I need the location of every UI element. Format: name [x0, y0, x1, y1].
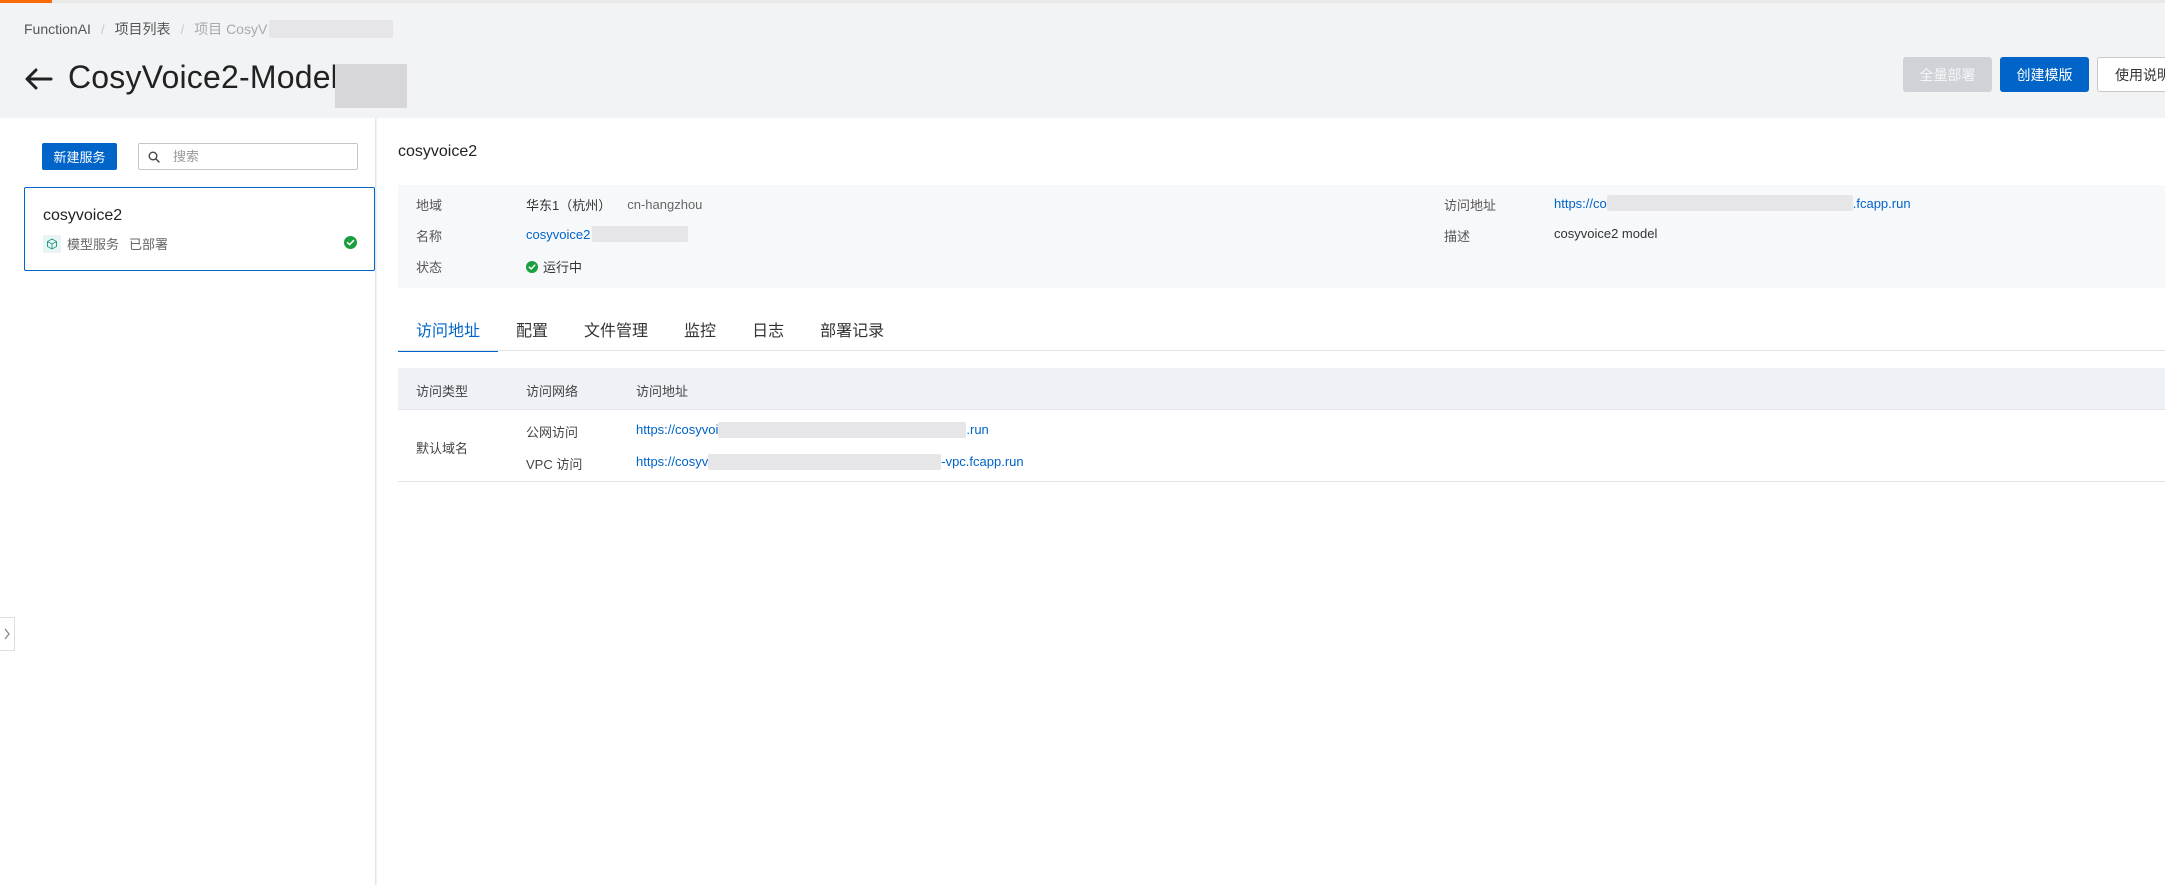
detail-tabs: 访问地址 配置 文件管理 监控 日志 部署记录	[398, 308, 902, 352]
public-network-cell: 公网访问	[526, 425, 579, 440]
redacted-block	[335, 64, 407, 108]
access-url-label: 访问地址	[1444, 198, 1497, 213]
breadcrumb: FunctionAI / 项目列表 / 项目 CosyV	[24, 19, 394, 39]
deploy-all-button[interactable]: 全量部署	[1903, 57, 1992, 92]
status-value: 运行中	[543, 260, 583, 275]
running-status-icon	[526, 260, 538, 273]
access-url-link[interactable]: https://co	[1554, 196, 1607, 211]
new-service-button[interactable]: 新建服务	[42, 143, 117, 170]
public-url-suffix[interactable]: .run	[966, 422, 988, 438]
redacted-block	[708, 454, 942, 470]
page-title: CosyVoice2-Model	[68, 59, 338, 95]
model-cube-icon	[43, 234, 61, 253]
description-label: 描述	[1444, 229, 1471, 244]
breadcrumb-separator: /	[180, 21, 185, 37]
breadcrumb-separator: /	[100, 21, 105, 37]
tab-file-management[interactable]: 文件管理	[566, 308, 666, 351]
vpc-url-suffix[interactable]: -vpc.fcapp.run	[941, 454, 1023, 470]
column-header-network: 访问网络	[526, 384, 579, 399]
tab-deploy-records[interactable]: 部署记录	[802, 308, 902, 351]
search-icon	[139, 151, 169, 163]
vpc-url-link[interactable]: https://cosyv	[636, 454, 708, 470]
table-row: 默认域名 公网访问 https://cosyvoi .run VPC 访问 ht…	[398, 410, 2165, 482]
status-label: 状态	[416, 260, 443, 275]
access-url-table: 访问类型 访问网络 访问地址 默认域名 公网访问 https://cosyvoi…	[398, 368, 2165, 482]
breadcrumb-functionai[interactable]: FunctionAI	[24, 21, 91, 37]
service-info-box: 地域 华东1（杭州） cn-hangzhou 名称 cosyvoice2 状态 …	[398, 185, 2165, 288]
column-header-address: 访问地址	[636, 384, 689, 399]
redacted-block	[269, 20, 394, 38]
sidebar-collapse-handle[interactable]	[0, 617, 15, 651]
guide-button[interactable]: 使用说明	[2097, 57, 2165, 92]
tab-config[interactable]: 配置	[498, 308, 566, 351]
access-url-suffix[interactable]: .fcapp.run	[1853, 196, 1911, 211]
redacted-block	[1606, 195, 1853, 211]
deployed-check-icon	[344, 236, 357, 254]
table-header: 访问类型 访问网络 访问地址	[398, 368, 2165, 410]
service-type-label: 模型服务	[67, 237, 120, 252]
top-progress-bar	[0, 0, 2165, 3]
region-label: 地域	[416, 198, 443, 213]
tab-monitoring[interactable]: 监控	[666, 308, 734, 351]
access-type-cell: 默认域名	[416, 441, 469, 456]
tabs-divider	[398, 350, 2165, 351]
breadcrumb-project-list[interactable]: 项目列表	[115, 19, 171, 39]
vpc-url-cell: https://cosyv -vpc.fcapp.run	[636, 454, 1024, 470]
service-name-link[interactable]: cosyvoice2	[526, 227, 590, 242]
service-detail-title: cosyvoice2	[398, 143, 478, 160]
description-value: cosyvoice2 model	[1554, 226, 1658, 241]
redacted-block	[592, 226, 689, 242]
region-value: 华东1（杭州）	[526, 198, 612, 213]
search-field[interactable]	[138, 143, 358, 170]
service-card-meta: 模型服务 已部署	[43, 234, 168, 253]
public-url-link[interactable]: https://cosyvoi	[636, 422, 718, 438]
tab-access-url[interactable]: 访问地址	[398, 308, 499, 352]
create-template-button[interactable]: 创建模版	[2000, 57, 2089, 92]
back-arrow-icon[interactable]	[24, 64, 54, 94]
redacted-block	[718, 422, 967, 438]
column-header-access-type: 访问类型	[416, 384, 469, 399]
service-card[interactable]: cosyvoice2 模型服务 已部署	[24, 187, 375, 271]
service-deploy-status: 已部署	[129, 237, 169, 252]
service-card-name: cosyvoice2	[43, 207, 123, 224]
vpc-network-cell: VPC 访问	[526, 457, 583, 472]
search-input[interactable]	[173, 149, 353, 164]
name-label: 名称	[416, 229, 443, 244]
public-url-cell: https://cosyvoi .run	[636, 422, 989, 438]
region-code: cn-hangzhou	[627, 197, 703, 212]
tab-logs[interactable]: 日志	[734, 308, 802, 351]
breadcrumb-current-project: 项目 CosyV	[194, 21, 268, 37]
